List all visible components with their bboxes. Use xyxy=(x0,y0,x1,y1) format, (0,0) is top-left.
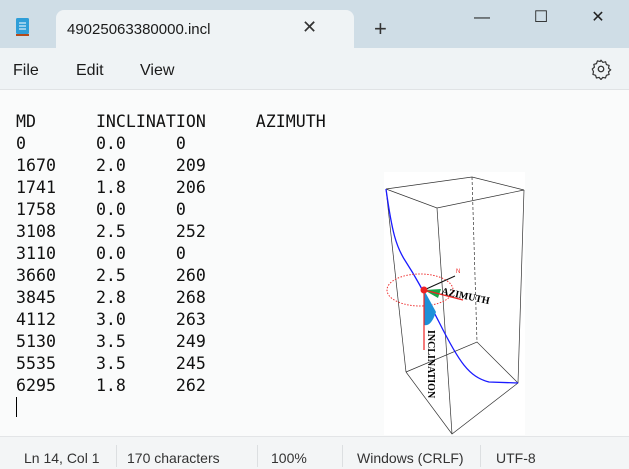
new-tab-button[interactable]: + xyxy=(374,16,387,42)
notepad-icon xyxy=(16,18,29,36)
azimuth-label: AZIMUTH xyxy=(440,286,490,307)
close-tab-icon[interactable]: ✕ xyxy=(302,17,317,38)
close-window-button[interactable]: ✕ xyxy=(575,4,621,32)
status-bar: Ln 14, Col 1 170 characters 100% Windows… xyxy=(0,436,629,469)
title-bar: 49025063380000.incl ✕ + — ☐ ✕ xyxy=(0,0,629,50)
minimize-button[interactable]: — xyxy=(459,4,505,32)
tab-title: 49025063380000.incl xyxy=(67,21,211,38)
zoom-level[interactable]: 100% xyxy=(271,450,307,466)
wellbore-diagram: N AZIMUTH INCLINATION xyxy=(384,172,525,435)
menu-view[interactable]: View xyxy=(140,62,174,80)
text-editor[interactable]: MD INCLINATION AZIMUTH 0 0.0 0 1670 2.0 … xyxy=(0,91,629,436)
menu-file[interactable]: File xyxy=(13,62,39,80)
character-count: 170 characters xyxy=(127,450,220,466)
settings-gear-icon[interactable] xyxy=(590,58,612,80)
maximize-button[interactable]: ☐ xyxy=(518,4,564,32)
editor-content[interactable]: MD INCLINATION AZIMUTH 0 0.0 0 1670 2.0 … xyxy=(16,111,326,397)
north-label: N xyxy=(456,269,460,275)
cursor-position: Ln 14, Col 1 xyxy=(24,450,100,466)
line-ending[interactable]: Windows (CRLF) xyxy=(357,450,464,466)
inclination-label: INCLINATION xyxy=(425,330,436,399)
tab-document[interactable]: 49025063380000.incl ✕ xyxy=(56,10,354,50)
text-caret xyxy=(16,397,17,417)
encoding[interactable]: UTF-8 xyxy=(496,450,536,466)
menu-bar: File Edit View xyxy=(0,48,629,90)
menu-edit[interactable]: Edit xyxy=(76,62,104,80)
